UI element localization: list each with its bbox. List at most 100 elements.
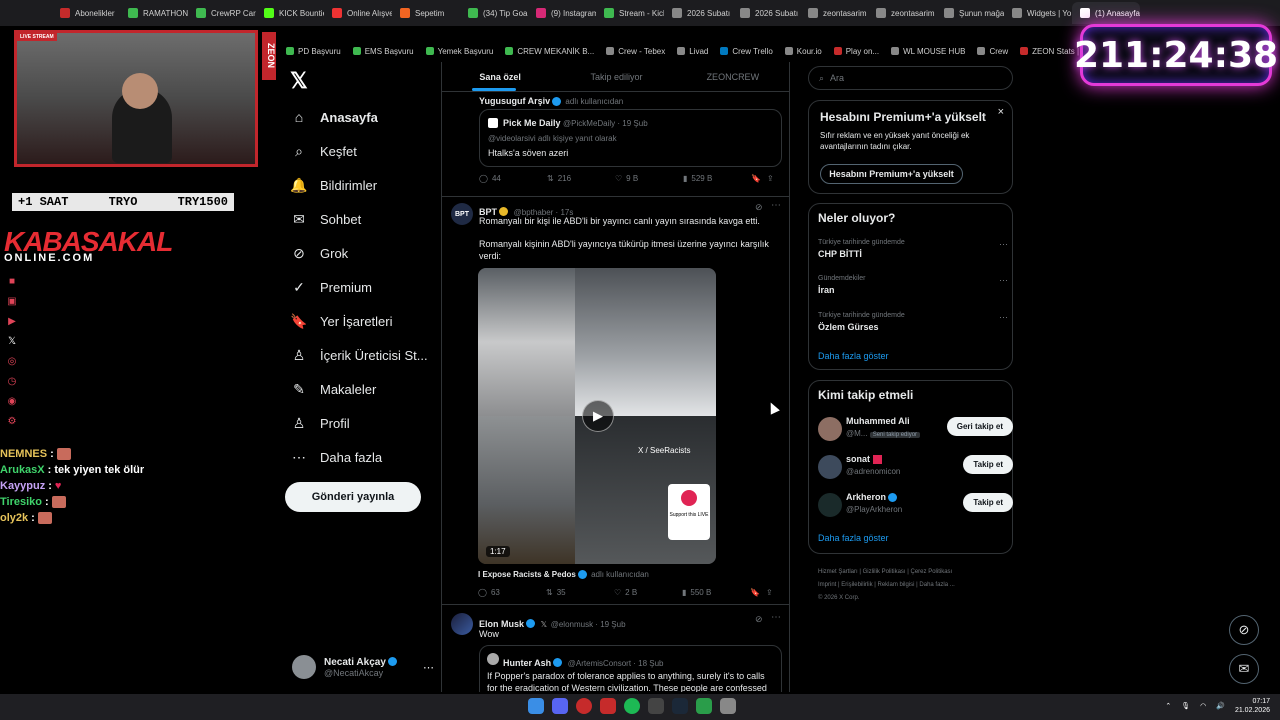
nav-item-more[interactable]: ⋯ Daha fazla <box>290 440 428 474</box>
views-button[interactable]: ▮ 550 B <box>682 588 750 597</box>
browser-tab[interactable]: CrewRP Car <box>188 2 256 24</box>
reply-user[interactable]: Yugusuguf Arşiv <box>479 96 550 106</box>
messages-float-button[interactable]: ✉ <box>1229 654 1259 684</box>
more-icon[interactable]: ⋯ <box>771 612 781 623</box>
browser-tab[interactable]: zeontasarim <box>800 2 868 24</box>
reply-button[interactable]: ◯ 44 <box>479 174 547 183</box>
bookmark-item[interactable]: Crew - Tebex <box>606 47 665 56</box>
bookmark-item[interactable]: CREW MEKANİK B... <box>505 47 594 56</box>
grok-icon[interactable]: ⊘ <box>755 614 763 625</box>
nav-item-premium[interactable]: ✓ Premium <box>290 270 428 304</box>
browser-tab[interactable]: (34) Tip Goal <box>460 2 528 24</box>
show-more-follow-link[interactable]: Daha fazla göster <box>818 533 889 543</box>
mic-icon[interactable]: 🎙 <box>1181 702 1190 710</box>
follow-button[interactable]: Takip et <box>963 493 1013 512</box>
nav-item-articles[interactable]: ✎ Makaleler <box>290 372 428 406</box>
browser-tab[interactable]: Widgets | Yo <box>1004 2 1072 24</box>
close-icon[interactable]: × <box>998 106 1004 118</box>
obs-icon[interactable] <box>648 698 664 714</box>
browser-tab[interactable]: (9) Instagram <box>528 2 596 24</box>
trend-item[interactable]: Türkiye tarihinde gündemde CHP BİTTİ ⋯ <box>818 239 1008 259</box>
clock[interactable]: 07:17 21.02.2026 <box>1235 697 1270 715</box>
nav-item-bookmark[interactable]: 🔖 Yer İşaretleri <box>290 304 428 338</box>
like-button[interactable]: ♡ 2 B <box>614 588 682 597</box>
app-icon[interactable] <box>696 698 712 714</box>
share-button[interactable]: ⇪ <box>767 174 774 183</box>
browser-tab[interactable]: Stream - Kick <box>596 2 664 24</box>
follow-suggestion[interactable]: Arkheron @PlayArkheron Takip et <box>818 491 1013 521</box>
quoted-tweet[interactable]: Hunter Ash @ArtemisConsort · 18 Şub If P… <box>479 645 782 692</box>
footer-link[interactable]: Daha fazla ... <box>919 582 954 588</box>
trend-item[interactable]: Gündemdekiler İran ⋯ <box>818 275 1008 295</box>
footer-link[interactable]: Imprint <box>818 582 836 588</box>
nav-item-bell[interactable]: 🔔 Bildirimler <box>290 168 428 202</box>
browser-tab[interactable]: Abonelikler <box>52 2 120 24</box>
browser-tab[interactable]: RAMATHON <box>120 2 188 24</box>
nav-item-profile[interactable]: ♙ Profil <box>290 406 428 440</box>
footer-link[interactable]: Reklam bilgisi <box>878 582 915 588</box>
repost-button[interactable]: ⇅ 216 <box>547 174 615 183</box>
share-button[interactable]: ⇪ <box>766 588 773 597</box>
credit-user[interactable]: I Expose Racists & Pedos <box>478 570 576 579</box>
follow-suggestion[interactable]: sonat @adrenomicon Takip et <box>818 453 1013 483</box>
discord-icon[interactable] <box>552 698 568 714</box>
bookmark-item[interactable]: EMS Başvuru <box>352 47 414 56</box>
follow-suggestion[interactable]: Muhammed Ali @M... Seni takip ediyor Ger… <box>818 415 1013 445</box>
footer-link[interactable]: Hizmet Şartları <box>818 569 858 575</box>
follow-back-button[interactable]: Geri takip et <box>946 417 1013 436</box>
like-button[interactable]: ♡ 9 B <box>615 174 683 183</box>
chevron-up-icon[interactable]: ⌃ <box>1165 702 1171 710</box>
avatar[interactable]: BPT <box>451 203 473 225</box>
wifi-icon[interactable]: ◠ <box>1200 702 1206 710</box>
repost-button[interactable]: ⇅ 35 <box>546 588 614 597</box>
reply-button[interactable]: ◯ 63 <box>478 588 546 597</box>
spotify-icon[interactable] <box>624 698 640 714</box>
footer-link[interactable]: Erişilebilirlik <box>841 582 872 588</box>
browser-tab[interactable]: KICK Bountie <box>256 2 324 24</box>
bookmark-item[interactable]: Livad <box>677 47 708 56</box>
footer-link[interactable]: Gizlilik Politikası <box>863 569 906 575</box>
post-button[interactable]: Gönderi yayınla <box>285 482 421 512</box>
bookmark-item[interactable]: Play on... <box>833 47 879 56</box>
volume-icon[interactable]: 🔊 <box>1216 702 1225 710</box>
bookmark-item[interactable]: Yemek Başvuru <box>425 47 493 56</box>
bookmark-item[interactable]: WL MOUSE HUB <box>891 47 965 56</box>
tab-for-you[interactable]: Sana özel <box>442 62 558 91</box>
browser-tab[interactable]: 2026 Subatı <box>732 2 800 24</box>
opera-icon[interactable] <box>576 698 592 714</box>
tweet-video[interactable]: ▶ X / SeeRacists Support this LIVE 1:17 <box>478 268 716 564</box>
bookmark-item[interactable]: Crew Trello <box>720 47 773 56</box>
nav-item-creator[interactable]: ♙ İçerik Üreticisi St... <box>290 338 428 372</box>
grok-icon[interactable]: ⊘ <box>755 202 763 213</box>
bookmark-button[interactable]: 🔖 <box>750 588 766 597</box>
avatar[interactable] <box>451 613 473 635</box>
bookmark-item[interactable]: Kour.io <box>784 47 822 56</box>
app-icon[interactable] <box>600 698 616 714</box>
quoted-tweet[interactable]: Pick Me Daily @PickMeDaily · 19 Şub @vid… <box>479 109 782 167</box>
account-switcher[interactable]: Necati Akçay @NecatiAkcay ⋯ <box>292 652 434 682</box>
trend-item[interactable]: Türkiye tarihinde gündemde Özlem Gürses ⋯ <box>818 312 1008 332</box>
windows-start-icon[interactable] <box>528 698 544 714</box>
tab-zeoncrew[interactable]: ZEONCREW <box>675 62 789 91</box>
browser-tab[interactable]: (1) Anasayfa / X <box>1072 2 1140 24</box>
follow-button[interactable]: Takip et <box>963 455 1013 474</box>
show-more-trends-link[interactable]: Daha fazla göster <box>818 351 889 361</box>
settings-icon[interactable] <box>720 698 736 714</box>
bookmark-item[interactable]: PD Başvuru <box>286 47 341 56</box>
premium-upgrade-button[interactable]: Hesabını Premium+'a yükselt <box>820 164 963 184</box>
browser-tab[interactable]: Şunun mağaz <box>936 2 1004 24</box>
browser-tab[interactable]: Online Alışve <box>324 2 392 24</box>
x-logo-icon[interactable]: 𝕏 <box>290 68 308 94</box>
nav-item-grok[interactable]: ⊘ Grok <box>290 236 428 270</box>
play-icon[interactable]: ▶ <box>582 400 614 432</box>
more-icon[interactable]: ⋯ <box>771 200 781 211</box>
search-input[interactable]: ⌕ Ara <box>808 66 1013 90</box>
nav-item-mail[interactable]: ✉ Sohbet <box>290 202 428 236</box>
browser-tab[interactable]: 2026 Subatı <box>664 2 732 24</box>
browser-tab[interactable]: zeontasarim <box>868 2 936 24</box>
nav-item-search[interactable]: ⌕ Keşfet <box>290 134 428 168</box>
browser-tab[interactable]: Sepetim <box>392 2 460 24</box>
views-button[interactable]: ▮ 529 B <box>683 174 751 183</box>
tab-following[interactable]: Takip ediliyor <box>558 62 674 91</box>
nav-item-home[interactable]: ⌂ Anasayfa <box>290 100 428 134</box>
